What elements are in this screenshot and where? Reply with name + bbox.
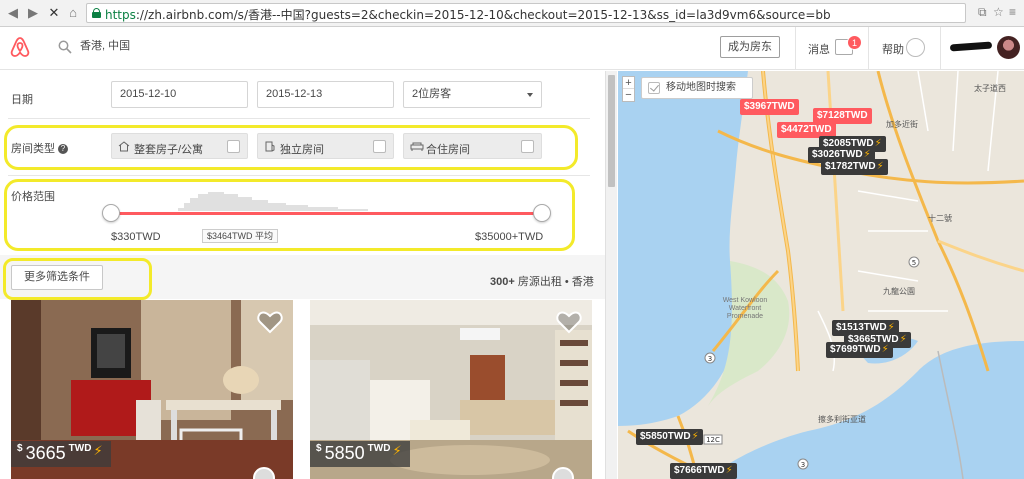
address-bar[interactable]: https://zh.airbnb.com/s/香港--中国?guests=2&…	[86, 3, 966, 23]
map-road-badge: 12C	[706, 436, 720, 444]
divider	[8, 175, 590, 176]
instant-book-bolt-icon: ⚡	[876, 161, 884, 172]
map-label: 九龍公園	[883, 287, 915, 296]
map-label: West Kowloon Waterfront Promenade	[722, 297, 768, 320]
scrollbar-thumb[interactable]	[608, 75, 615, 187]
menu-icon[interactable]: ≡	[1009, 5, 1016, 19]
home-icon[interactable]: ⌂	[64, 4, 82, 22]
browser-toolbar: ◀ ▶ ✕ ⌂ https://zh.airbnb.com/s/香港--中国?g…	[0, 0, 1024, 27]
map-price-pin[interactable]: $7699TWD⚡	[826, 342, 893, 358]
instant-book-bolt-icon: ⚡	[93, 443, 103, 458]
divider	[8, 118, 590, 119]
site-header: 成为房东 消息 1 帮助	[0, 27, 1024, 70]
map-label: 擦多利街亚道	[818, 415, 866, 424]
map-road-badge: 5	[912, 259, 916, 267]
header-divider	[868, 27, 869, 70]
results-scrollbar[interactable]	[605, 71, 617, 479]
instant-book-bolt-icon: ⚡	[392, 443, 402, 458]
messages-link[interactable]: 消息	[808, 41, 830, 57]
header-divider	[940, 27, 941, 70]
map-panel[interactable]: 3 5 3 12C 太子道西 West Kowloon Waterfront P…	[618, 71, 1024, 479]
map-price-pin[interactable]: $7666TWD⚡	[670, 463, 737, 479]
help-link[interactable]: 帮助	[882, 41, 904, 57]
annotation-highlight	[4, 125, 578, 170]
map-road-badge: 3	[708, 355, 712, 363]
redacted-username[interactable]	[949, 41, 993, 52]
search-icon	[58, 40, 72, 54]
forward-icon[interactable]: ▶	[24, 4, 42, 22]
map-label: 加多近街	[886, 120, 918, 129]
instant-book-bolt-icon: ⚡	[691, 431, 699, 442]
location-search-input[interactable]	[80, 39, 280, 51]
guests-value: 2位房客	[412, 88, 452, 100]
back-icon[interactable]: ◀	[4, 4, 22, 22]
map-label: 十二號	[928, 214, 952, 223]
instant-book-bolt-icon: ⚡	[874, 138, 882, 149]
map-price-pin[interactable]: $1782TWD⚡	[821, 159, 888, 175]
messages-badge: 1	[847, 35, 862, 50]
instant-book-bolt-icon: ⚡	[899, 334, 907, 345]
listing-card[interactable]: $ 5850 TWD ⚡	[310, 300, 592, 479]
zoom-out-button[interactable]: −	[625, 89, 631, 101]
search-on-map-move-toggle[interactable]: 移动地图时搜索	[641, 77, 753, 99]
guests-select[interactable]: 2位房客	[403, 81, 542, 108]
heart-icon[interactable]	[556, 310, 582, 334]
chevron-down-icon	[527, 93, 533, 97]
listing-card[interactable]: $ 3665 TWD ⚡	[11, 300, 293, 479]
map-road-badge: 3	[801, 461, 805, 469]
avatar[interactable]	[997, 36, 1020, 59]
bookmark-star-icon[interactable]: ☆	[993, 5, 1004, 19]
map-price-pin[interactable]: $3967TWD	[740, 99, 799, 115]
airbnb-logo-icon[interactable]	[10, 36, 30, 58]
url-text: https://zh.airbnb.com/s/香港--中国?guests=2&…	[105, 8, 831, 22]
map-price-pin[interactable]: $5850TWD⚡	[636, 429, 703, 445]
checkbox-icon[interactable]	[648, 82, 660, 94]
listing-price: $ 5850 TWD ⚡	[310, 441, 410, 467]
become-host-button[interactable]: 成为房东	[720, 36, 780, 58]
help-icon[interactable]	[906, 38, 925, 57]
instant-book-bolt-icon: ⚡	[725, 465, 733, 476]
checkout-field[interactable]: 2015-12-13	[257, 81, 394, 108]
listing-price: $ 3665 TWD ⚡	[11, 441, 111, 467]
checkin-field[interactable]: 2015-12-10	[111, 81, 248, 108]
results-count: 300+ 房源出租 • 香港	[490, 276, 594, 288]
annotation-highlight	[4, 179, 575, 251]
translate-icon[interactable]: ⧉	[978, 5, 987, 20]
header-divider	[795, 27, 796, 70]
map-zoom-controls: + −	[622, 76, 635, 102]
instant-book-bolt-icon: ⚡	[881, 344, 889, 355]
lock-icon	[92, 8, 101, 18]
annotation-highlight	[3, 258, 152, 300]
dates-label: 日期	[11, 94, 33, 106]
filters-panel: 日期 2015-12-10 2015-12-13 2位房客 房间类型? 整套房子…	[0, 71, 605, 479]
zoom-in-button[interactable]: +	[623, 77, 634, 89]
stop-icon[interactable]: ✕	[45, 4, 63, 22]
map-label: 太子道西	[974, 84, 1006, 93]
heart-icon[interactable]	[257, 310, 283, 334]
